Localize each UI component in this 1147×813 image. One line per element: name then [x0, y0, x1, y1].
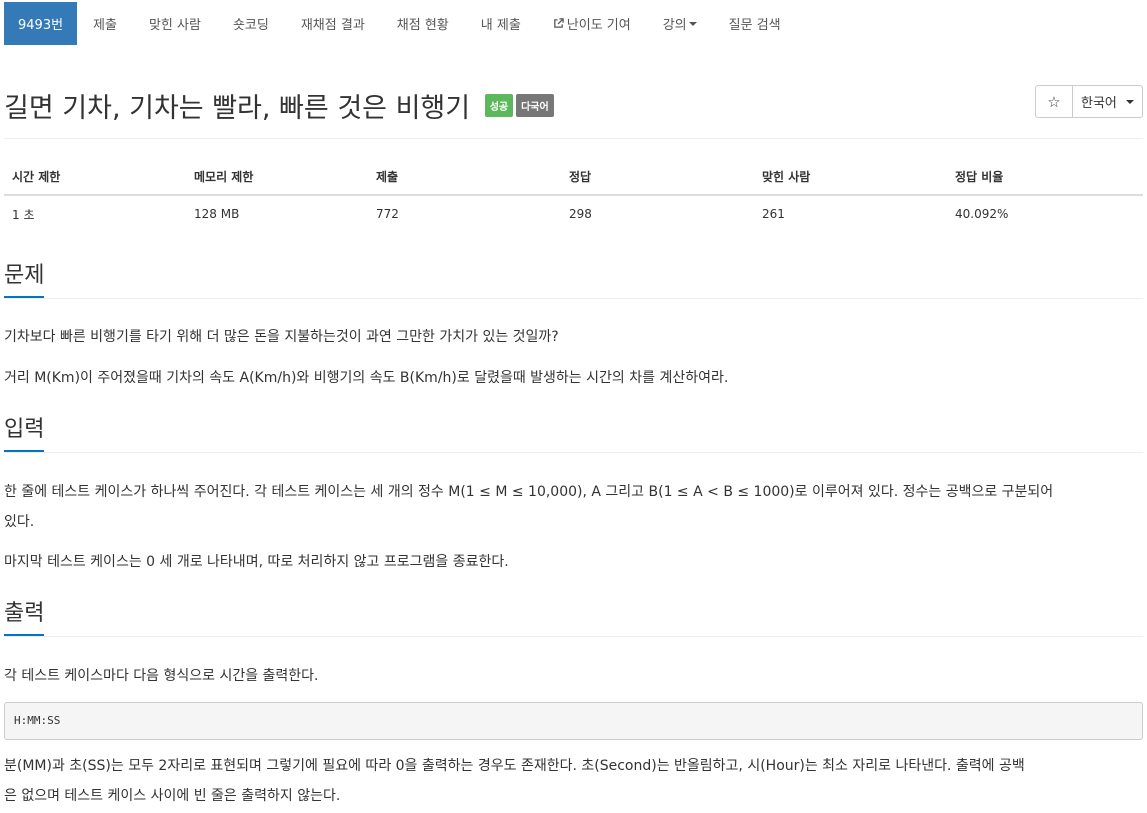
external-link-icon	[553, 18, 564, 28]
problem-paragraph: 거리 M(Km)이 주어졌을때 기차의 속도 A(Km/h)와 비행기의 속도 …	[4, 370, 729, 386]
star-icon: ☆	[1047, 92, 1061, 111]
problem-nav: 9493번 제출 맞힌 사람 숏코딩 재채점 결과 채점 현황 내 제출 난이도…	[4, 2, 797, 45]
output-format-code-block: H:MM:SS	[4, 702, 1143, 740]
nav-label: 채점 현황	[396, 18, 449, 33]
multilingual-badge: 다국어	[516, 94, 554, 117]
nav-label: 강의	[662, 18, 687, 33]
table-header-row: 시간 제한 메모리 제한 제출 정답 맞힌 사람 정답 비율	[4, 158, 1143, 196]
column-header: 정답	[561, 158, 754, 196]
nav-item-short-coding[interactable]: 숏코딩	[217, 2, 285, 45]
caret-down-icon	[688, 21, 697, 26]
status-badge-success: 성공	[484, 94, 514, 117]
language-dropdown[interactable]: 한국어	[1073, 85, 1143, 118]
problem-title-line: 길면 기차, 기차는 빨라, 빠른 것은 비행기 성공 다국어	[4, 86, 554, 125]
nav-item-rejudge-results[interactable]: 재채점 결과	[285, 2, 381, 45]
input-paragraph: 있다.	[4, 514, 35, 530]
nav-label: 난이도 기여	[566, 18, 631, 33]
nav-item-judge-status[interactable]: 채점 현황	[381, 2, 465, 45]
column-header: 정답 비율	[947, 158, 1143, 196]
nav-label: 숏코딩	[232, 18, 269, 33]
nav-item-my-submissions[interactable]: 내 제출	[465, 2, 537, 45]
nav-label: 질문 검색	[728, 18, 781, 33]
heading-text: 입력	[4, 416, 45, 452]
table-cell: 261	[762, 207, 785, 221]
column-header: 시간 제한	[4, 158, 186, 196]
input-paragraph: 한 줄에 테스트 케이스가 하나씩 주어진다. 각 테스트 케이스는 세 개의 …	[4, 484, 1054, 500]
nav-label: 제출	[93, 18, 117, 33]
section-heading-input: 입력	[4, 416, 1143, 453]
problem-info-table: 시간 제한 메모리 제한 제출 정답 맞힌 사람 정답 비율 1 초 128 M…	[4, 158, 1143, 232]
heading-text: 문제	[4, 262, 45, 298]
heading-text: 출력	[4, 600, 45, 636]
favorite-button[interactable]: ☆	[1035, 85, 1073, 118]
language-label: 한국어	[1081, 96, 1117, 111]
problem-paragraph: 기차보다 빠른 비행기를 타기 위해 더 많은 돈을 지불하는것이 과연 그만한…	[4, 329, 559, 345]
column-header: 제출	[368, 158, 561, 196]
table-cell: 40.092%	[955, 207, 1009, 221]
problem-title: 길면 기차, 기차는 빨라, 빠른 것은 비행기	[4, 93, 471, 124]
nav-item-difficulty-contribution[interactable]: 난이도 기여	[537, 2, 647, 45]
column-header: 맞힌 사람	[754, 158, 947, 196]
section-heading-problem: 문제	[4, 262, 1143, 299]
nav-label: 내 제출	[480, 18, 521, 33]
nav-item-solved-users[interactable]: 맞힌 사람	[133, 2, 217, 45]
nav-item-submit[interactable]: 제출	[77, 2, 133, 45]
nav-item-problem-number[interactable]: 9493번	[4, 2, 78, 45]
title-actions: ☆ 한국어	[1035, 85, 1143, 118]
nav-label: 재채점 결과	[300, 18, 365, 33]
input-paragraph: 마지막 테스트 케이스는 0 세 개로 나타내며, 따로 처리하지 않고 프로그…	[4, 554, 509, 570]
output-paragraph: 분(MM)과 초(SS)는 모두 2자리로 표현되며 그렇기에 필요에 따라 0…	[4, 758, 1025, 774]
nav-label: 9493번	[18, 18, 64, 33]
nav-item-lectures-dropdown[interactable]: 강의	[647, 2, 713, 45]
table-cell: 298	[569, 207, 592, 221]
section-heading-output: 출력	[4, 600, 1143, 637]
output-paragraph: 각 테스트 케이스마다 다음 형식으로 시간을 출력한다.	[4, 668, 319, 684]
table-cell: 128 MB	[194, 207, 240, 221]
table-cell: 772	[376, 207, 399, 221]
chevron-down-icon	[1126, 99, 1134, 104]
nav-label: 맞힌 사람	[148, 18, 201, 33]
output-paragraph: 은 없으며 테스트 케이스 사이에 빈 줄은 출력하지 않는다.	[4, 788, 341, 804]
column-header: 메모리 제한	[186, 158, 368, 196]
table-row: 1 초 128 MB 772 298 261 40.092%	[4, 195, 1143, 232]
problem-header: 길면 기차, 기차는 빨라, 빠른 것은 비행기 성공 다국어 ☆ 한국어	[4, 80, 1143, 139]
nav-item-question-search[interactable]: 질문 검색	[713, 2, 797, 45]
table-cell: 1 초	[12, 207, 35, 222]
